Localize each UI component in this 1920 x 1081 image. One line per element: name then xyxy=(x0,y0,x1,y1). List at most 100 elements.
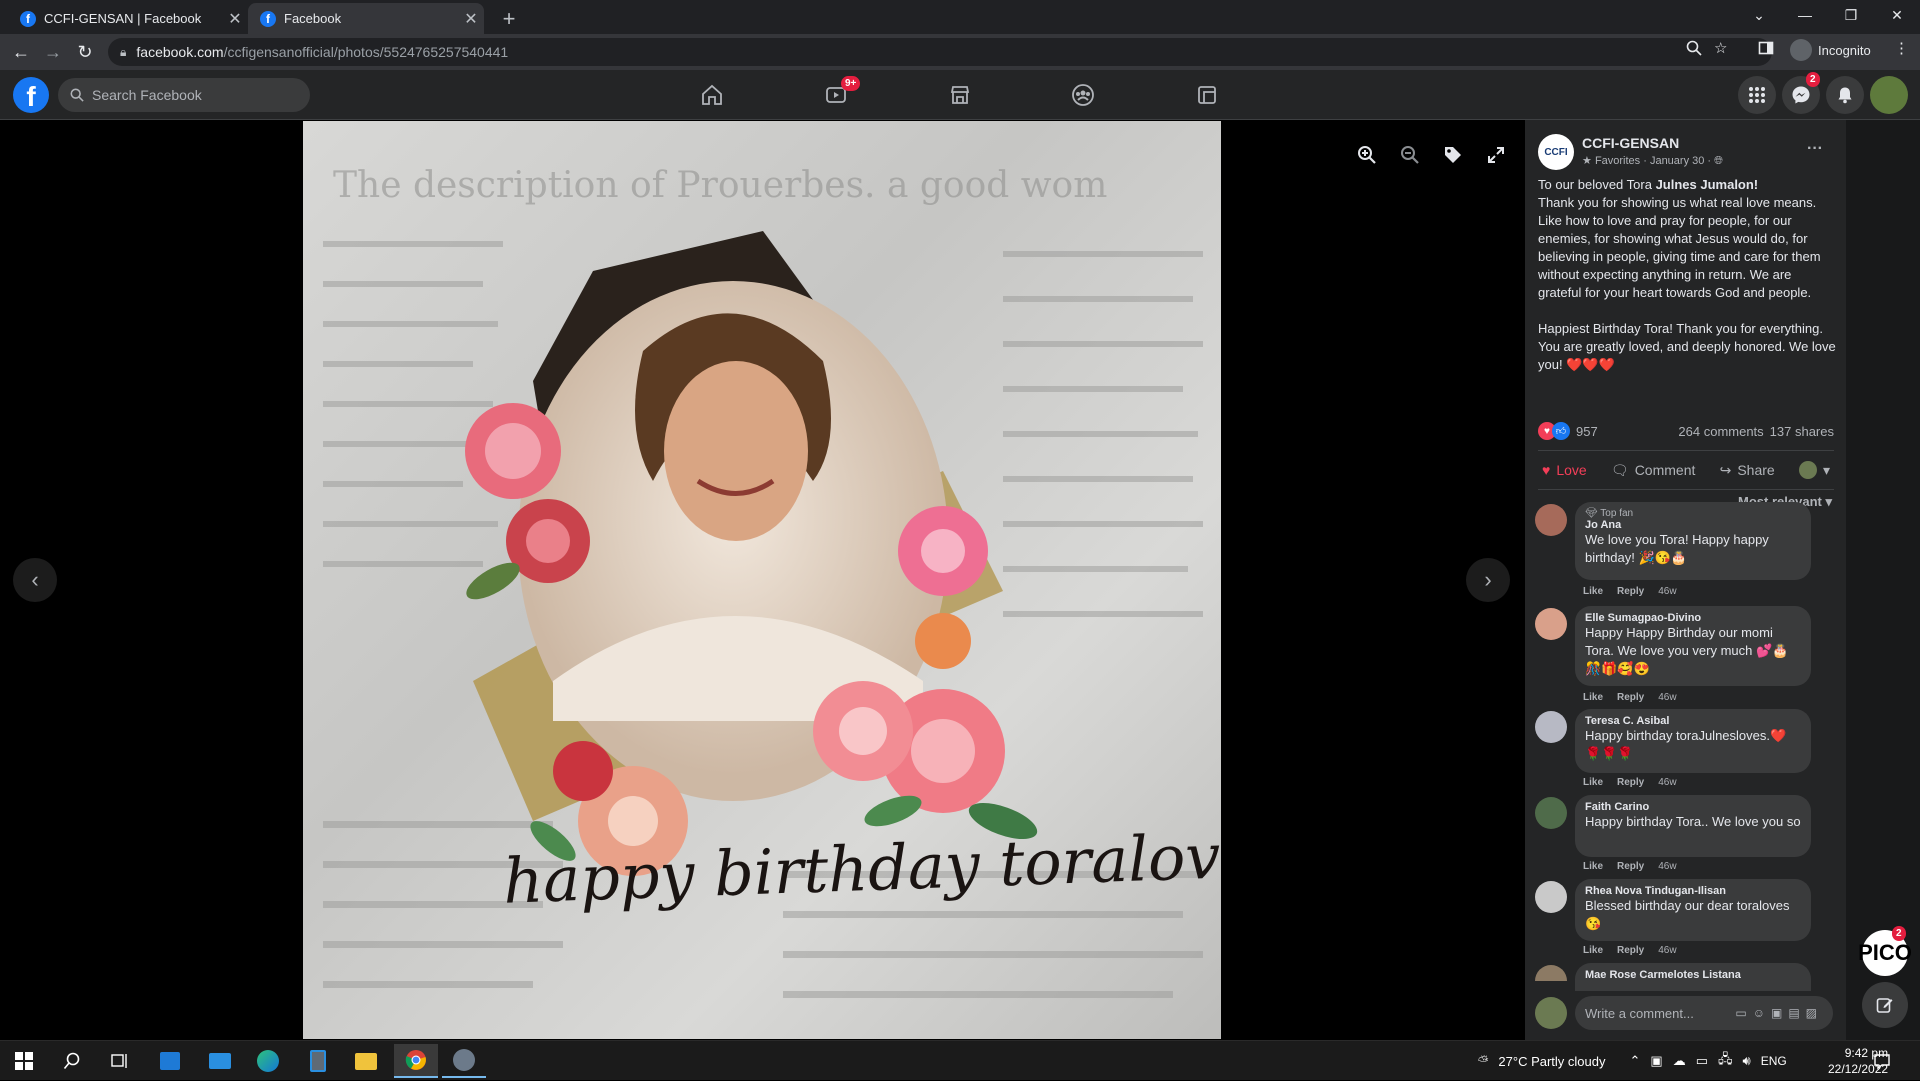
comments-count[interactable]: 264 comments xyxy=(1678,424,1763,439)
bookmark-star-icon[interactable]: ☆ xyxy=(1714,39,1727,57)
mail-icon[interactable] xyxy=(198,1044,242,1078)
shares-count[interactable]: 137 shares xyxy=(1770,424,1834,439)
comment-reply-button[interactable]: Reply xyxy=(1617,945,1644,956)
comment-author[interactable]: Rhea Nova Tindugan-Ilisan xyxy=(1585,885,1801,897)
comment-like-button[interactable]: Like xyxy=(1583,586,1603,597)
new-message-icon[interactable] xyxy=(1862,982,1908,1028)
close-tab-icon[interactable]: ✕ xyxy=(458,9,484,29)
weather-icon[interactable]: ⛅︎ xyxy=(1478,1053,1488,1069)
watch-icon[interactable]: 9+ xyxy=(819,76,861,112)
comment-time[interactable]: 46w xyxy=(1658,861,1676,872)
volume-icon[interactable]: 🔊︎ xyxy=(1743,1053,1751,1069)
file-explorer-icon[interactable] xyxy=(344,1044,388,1078)
commenter-avatar[interactable] xyxy=(1535,881,1567,913)
tab-search-icon[interactable]: ⌄ xyxy=(1736,0,1782,30)
close-tab-icon[interactable]: ✕ xyxy=(222,9,248,29)
previous-photo-button[interactable]: ‹ xyxy=(13,558,57,602)
comment-text: Happy Happy Birthday our momi Tora. We l… xyxy=(1585,625,1789,676)
comment-time[interactable]: 46w xyxy=(1658,692,1676,703)
minimize-button[interactable]: — xyxy=(1782,0,1828,30)
windows-start-icon[interactable] xyxy=(2,1044,46,1078)
zoom-page-icon[interactable] xyxy=(1686,40,1702,56)
comment-like-button[interactable]: Like xyxy=(1583,861,1603,872)
chrome-taskbar-icon[interactable] xyxy=(394,1044,438,1078)
caption-name[interactable]: Julnes Jumalon! xyxy=(1656,177,1759,192)
share-button[interactable]: ↪ Share xyxy=(1720,462,1775,479)
tab-ccfi-gensan[interactable]: f CCFI-GENSAN | Facebook ✕ xyxy=(8,3,248,34)
side-panel-icon[interactable] xyxy=(1758,40,1774,56)
love-button[interactable]: ♥ Love xyxy=(1542,462,1587,478)
reaction-audience-selector[interactable]: ▾ xyxy=(1798,461,1830,479)
microsoft-store-icon[interactable] xyxy=(148,1044,192,1078)
comment-input-placeholder: Write a comment... xyxy=(1585,1005,1694,1021)
comment-author[interactable]: Faith Carino xyxy=(1585,801,1801,813)
comment-reply-button[interactable]: Reply xyxy=(1617,692,1644,703)
comment-time[interactable]: 46w xyxy=(1658,945,1676,956)
new-tab-button[interactable]: + xyxy=(496,6,522,32)
commenter-avatar[interactable] xyxy=(1535,504,1567,536)
comment-tools-icons[interactable]: ▭☺▣▤▨ xyxy=(1735,1006,1823,1020)
tag-icon[interactable] xyxy=(1440,142,1466,168)
chrome-menu-icon[interactable]: ⋮ xyxy=(1894,39,1909,57)
edge-icon[interactable] xyxy=(246,1044,290,1078)
chevron-up-icon[interactable]: ⌃ xyxy=(1630,1053,1641,1069)
url-field[interactable]: 🔒︎ facebook.com/ccfigensanofficial/photo… xyxy=(108,38,1772,66)
comment-time[interactable]: 46w xyxy=(1658,586,1676,597)
task-view-icon[interactable] xyxy=(98,1044,142,1078)
comment-author[interactable]: Elle Sumagpao-Divino xyxy=(1585,612,1801,624)
language-indicator[interactable]: ENG xyxy=(1761,1054,1787,1068)
comment-author[interactable]: Teresa C. Asibal xyxy=(1585,715,1801,727)
tray-monitor-icon[interactable]: ▭ xyxy=(1696,1053,1708,1069)
commenter-avatar[interactable] xyxy=(1535,965,1567,981)
weather-text[interactable]: 27°C Partly cloudy xyxy=(1498,1054,1605,1069)
profile-avatar[interactable] xyxy=(1870,76,1908,114)
comment-like-button[interactable]: Like xyxy=(1583,692,1603,703)
close-window-button[interactable]: ✕ xyxy=(1874,0,1920,30)
groups-icon[interactable] xyxy=(1066,78,1100,112)
reload-icon[interactable]: ↻ xyxy=(73,40,97,64)
page-name-link[interactable]: CCFI-GENSAN xyxy=(1582,135,1679,151)
search-input[interactable]: Search Facebook xyxy=(58,78,310,112)
page-avatar[interactable]: CCFI xyxy=(1538,134,1574,170)
comment-button[interactable]: 🗨︎ Comment xyxy=(1611,462,1695,479)
marketplace-icon[interactable] xyxy=(943,78,977,112)
back-icon[interactable]: ← xyxy=(9,40,33,64)
next-photo-button[interactable]: › xyxy=(1466,558,1510,602)
facebook-logo-icon[interactable]: f xyxy=(13,77,49,113)
home-icon[interactable] xyxy=(695,78,729,112)
comment-reply-button[interactable]: Reply xyxy=(1617,777,1644,788)
more-options-icon[interactable]: ··· xyxy=(1807,140,1823,158)
commenter-avatar[interactable] xyxy=(1535,608,1567,640)
tab-facebook[interactable]: f Facebook ✕ xyxy=(248,3,484,34)
reaction-count[interactable]: 957 xyxy=(1576,424,1598,439)
comment-author[interactable]: Jo Ana xyxy=(1585,519,1801,531)
menu-grid-icon[interactable] xyxy=(1738,76,1776,114)
pico-floating-button[interactable]: PICO 2 xyxy=(1858,926,1912,976)
search-icon[interactable] xyxy=(50,1044,94,1078)
calculator-icon[interactable] xyxy=(296,1044,340,1078)
comment-like-button[interactable]: Like xyxy=(1583,777,1603,788)
network-icon[interactable]: 🖧︎ xyxy=(1718,1050,1733,1072)
notifications-icon[interactable] xyxy=(1862,1044,1902,1078)
zoom-in-icon[interactable] xyxy=(1354,142,1380,168)
commenter-avatar[interactable] xyxy=(1535,711,1567,743)
gaming-icon[interactable] xyxy=(1190,78,1224,112)
comment-reply-button[interactable]: Reply xyxy=(1617,861,1644,872)
tray-app-icon[interactable]: ▣ xyxy=(1650,1053,1662,1069)
address-bar-row: ← → ↻ 🔒︎ facebook.com/ccfigensanofficial… xyxy=(0,34,1920,70)
comment-author[interactable]: Mae Rose Carmelotes Listana xyxy=(1585,969,1801,981)
comment-reply-button[interactable]: Reply xyxy=(1617,586,1644,597)
messenger-icon[interactable]: 2 xyxy=(1782,72,1820,114)
comment-like-button[interactable]: Like xyxy=(1583,945,1603,956)
forward-icon[interactable]: → xyxy=(41,40,65,64)
zoom-out-icon[interactable] xyxy=(1397,142,1423,168)
app-taskbar-icon[interactable] xyxy=(442,1044,486,1078)
commenter-avatar[interactable] xyxy=(1535,797,1567,829)
fullscreen-icon[interactable] xyxy=(1483,142,1509,168)
restore-button[interactable]: ❐ xyxy=(1828,0,1874,30)
onedrive-icon[interactable]: ☁︎ xyxy=(1673,1053,1686,1069)
comment-input[interactable]: Write a comment... ▭☺▣▤▨ xyxy=(1575,996,1833,1030)
bell-icon[interactable] xyxy=(1826,76,1864,114)
comment-time[interactable]: 46w xyxy=(1658,777,1676,788)
incognito-profile-button[interactable]: Incognito xyxy=(1790,39,1871,61)
